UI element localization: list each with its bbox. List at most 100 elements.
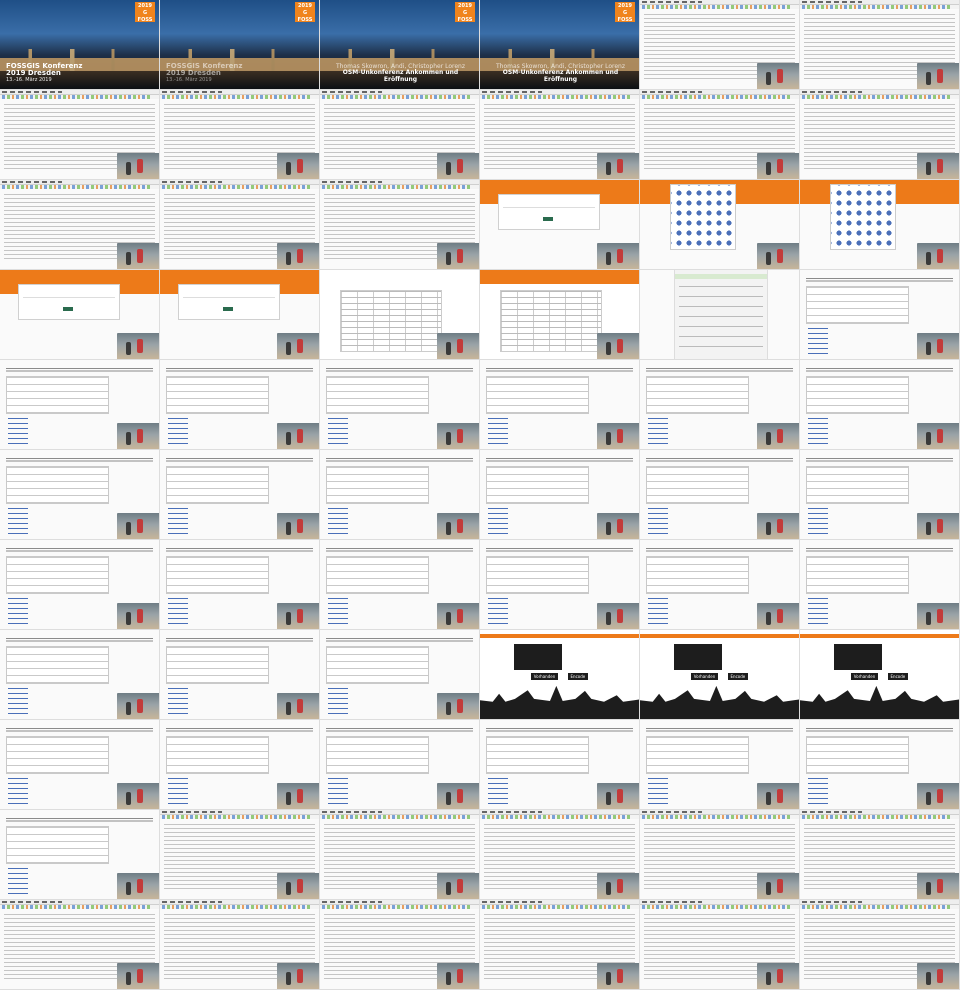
wiki-link-list <box>8 598 28 624</box>
speaker-camera-inset <box>917 423 959 449</box>
spreadsheet-frame <box>800 90 960 180</box>
dialog-submit-button <box>223 307 233 311</box>
speaker-camera-inset <box>597 423 639 449</box>
fossgis-logo: 2019 G FOSS <box>615 2 635 23</box>
speaker-camera-inset <box>437 243 479 269</box>
table-app-frame <box>320 270 480 360</box>
title-slide-frame: 2019 G FOSS FOSSGIS Konferenz 2019 Dresden… <box>0 0 160 90</box>
login-dialog-frame <box>160 270 320 360</box>
wiki-text <box>646 548 793 553</box>
wiki-link-list <box>168 418 188 444</box>
speaker-camera-inset <box>277 783 319 809</box>
wiki-text <box>326 458 473 463</box>
speaker-camera-inset <box>117 513 159 539</box>
wiki-page-frame <box>640 450 800 540</box>
wiki-page-frame <box>320 540 480 630</box>
wiki-table <box>486 466 589 504</box>
dialog-divider <box>503 207 595 208</box>
data-table <box>500 290 602 352</box>
wiki-link-list <box>808 778 828 804</box>
speaker-camera-inset <box>597 243 639 269</box>
wiki-text <box>166 368 313 373</box>
wiki-table <box>166 556 269 594</box>
wiki-link-list <box>8 688 28 714</box>
wiki-text <box>806 458 953 463</box>
wiki-page-frame <box>320 720 480 810</box>
wiki-page-frame <box>320 360 480 450</box>
wiki-link-list <box>488 778 508 804</box>
wiki-page-frame <box>0 630 160 720</box>
conference-title: FOSSGIS Konferenz 2019 Dresden 13.-16. M… <box>6 62 83 83</box>
vorhanden-button[interactable]: Vorhanden <box>690 673 719 680</box>
toolbar <box>800 905 959 909</box>
login-dialog-frame <box>0 270 160 360</box>
spreadsheet-frame <box>640 810 800 900</box>
encode-button[interactable]: Encode <box>887 673 909 680</box>
wiki-page-frame <box>480 360 640 450</box>
stream-buttons: Vorhanden Encode <box>480 673 639 680</box>
wiki-table <box>166 466 269 504</box>
app-launcher-frame <box>640 180 800 270</box>
table-app-frame <box>480 270 640 360</box>
toolbar <box>800 815 959 819</box>
speaker-camera-inset <box>597 513 639 539</box>
stream-header-bar <box>480 634 639 638</box>
spreadsheet-frame <box>640 900 800 990</box>
data-table <box>340 290 442 352</box>
wiki-page-frame <box>160 630 320 720</box>
app-launcher-frame <box>800 180 960 270</box>
wiki-page-frame <box>0 720 160 810</box>
wiki-page-frame <box>160 720 320 810</box>
dialog-submit-button <box>543 217 553 221</box>
wiki-text <box>326 548 473 553</box>
speaker-camera-inset <box>437 153 479 179</box>
spreadsheet-frame <box>160 90 320 180</box>
speaker-camera-inset <box>597 333 639 359</box>
spreadsheet-frame <box>160 180 320 270</box>
speaker-camera-inset <box>117 783 159 809</box>
speaker-camera-inset <box>437 333 479 359</box>
wiki-link-list <box>648 778 668 804</box>
vorhanden-button[interactable]: Vorhanden <box>850 673 879 680</box>
panel-frame <box>640 270 800 360</box>
fossgis-logo: 2019 G FOSS <box>295 2 315 23</box>
stream-screen: Vorhanden Encode <box>480 630 640 720</box>
wiki-link-list <box>168 508 188 534</box>
encode-button[interactable]: Encode <box>567 673 589 680</box>
speaker-camera-inset <box>757 243 799 269</box>
encode-button[interactable]: Encode <box>727 673 749 680</box>
speaker-camera-inset <box>437 693 479 719</box>
wiki-link-list <box>168 598 188 624</box>
wiki-table <box>6 556 109 594</box>
title-slide-frame: 2019 G FOSS Thomas Skowron, Andi, Christop… <box>320 0 480 90</box>
speaker-camera-inset <box>277 693 319 719</box>
vorhanden-button[interactable]: Vorhanden <box>530 673 559 680</box>
wiki-page-frame <box>800 540 960 630</box>
speaker-camera-inset <box>917 153 959 179</box>
wiki-page-frame <box>320 630 480 720</box>
toolbar <box>160 95 319 99</box>
wiki-text <box>166 458 313 463</box>
wiki-table <box>166 646 269 684</box>
spreadsheet-frame <box>800 810 960 900</box>
speaker-camera-inset <box>597 153 639 179</box>
wiki-link-list <box>8 778 28 804</box>
speaker-camera-inset <box>117 963 159 989</box>
wiki-link-list <box>808 508 828 534</box>
wiki-text <box>486 728 633 733</box>
toolbar <box>320 905 479 909</box>
toolbar <box>160 185 319 189</box>
fossgis-logo: 2019 G FOSS <box>455 2 475 23</box>
speaker-camera-inset <box>597 963 639 989</box>
speaker-camera-inset <box>917 513 959 539</box>
stream-screen: Vorhanden Encode <box>640 630 800 720</box>
speaker-camera-inset <box>277 333 319 359</box>
city-skyline-silhouette <box>800 685 959 719</box>
spreadsheet-frame <box>320 900 480 990</box>
spreadsheet-frame <box>160 900 320 990</box>
speaker-camera-inset <box>917 243 959 269</box>
stream-video-preview <box>514 644 562 670</box>
speaker-camera-inset <box>917 63 959 89</box>
dialog-divider <box>23 297 115 298</box>
wiki-link-list <box>328 598 348 624</box>
